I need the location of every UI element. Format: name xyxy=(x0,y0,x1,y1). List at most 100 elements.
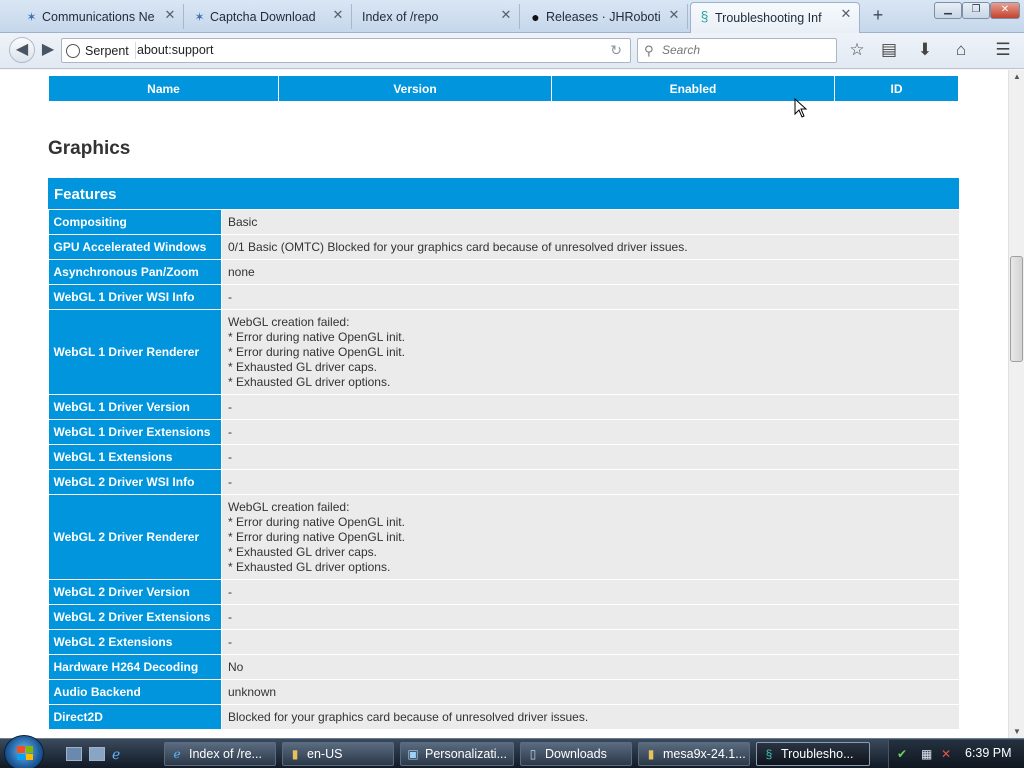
safely-remove-icon[interactable]: ✔ xyxy=(897,747,907,761)
scroll-down-arrow-icon[interactable]: ▼ xyxy=(1013,727,1021,736)
taskbar-item-en-us[interactable]: ▮ en-US xyxy=(282,742,394,766)
taskbar-item-label: Personalizati... xyxy=(425,747,507,761)
show-desktop-icon[interactable] xyxy=(66,747,82,761)
feature-value: none xyxy=(221,259,959,285)
tab-index-repo[interactable]: Index of /repo ✕ xyxy=(354,4,520,29)
folder-icon: ▮ xyxy=(291,747,299,761)
downloads-icon: ▯ xyxy=(529,747,537,761)
feature-key: Hardware H264 Decoding xyxy=(48,654,222,680)
close-tab-icon[interactable]: ✕ xyxy=(667,8,681,22)
feature-value: - xyxy=(221,579,959,605)
addons-table: Name Version Enabled ID xyxy=(48,75,959,102)
search-icon: ⚲ xyxy=(644,43,654,58)
switch-windows-icon[interactable] xyxy=(89,747,105,761)
url-bar[interactable]: Serpent about:support ↻ xyxy=(61,38,631,63)
feature-key: Direct2D xyxy=(48,704,222,730)
feature-key: WebGL 2 Driver Extensions xyxy=(48,604,222,630)
close-tab-icon[interactable]: ✕ xyxy=(331,8,345,22)
feature-value-line: - xyxy=(228,584,232,599)
feature-value-line: No xyxy=(228,659,244,674)
taskbar-item-mesa9x[interactable]: ▮ mesa9x-24.1... xyxy=(638,742,750,766)
taskbar-item-troubleshooting[interactable]: § Troublesho... xyxy=(756,742,870,766)
taskbar-item-label: Downloads xyxy=(545,747,607,761)
feature-value-line: * Error during native OpenGL init. xyxy=(228,344,405,359)
tab-communications[interactable]: ✶ Communications Ne ✕ xyxy=(18,4,184,29)
search-input[interactable] xyxy=(662,43,830,57)
feature-row: WebGL 1 Extensions - xyxy=(48,444,959,470)
taskbar-item-personalization[interactable]: ▣ Personalizati... xyxy=(400,742,514,766)
close-tab-icon[interactable]: ✕ xyxy=(839,7,853,21)
column-header-id: ID xyxy=(834,75,959,102)
new-tab-button[interactable]: + xyxy=(868,6,888,26)
taskbar: ℯ ℯ Index of /re... ▮ en-US ▣ Personaliz… xyxy=(0,735,1024,768)
feature-key: WebGL 2 Driver WSI Info xyxy=(48,469,222,495)
close-tab-icon[interactable]: ✕ xyxy=(499,8,513,22)
identity-box[interactable]: Serpent xyxy=(66,42,136,59)
feature-value-line: * Error during native OpenGL init. xyxy=(228,329,405,344)
feature-key: WebGL 2 Driver Version xyxy=(48,579,222,605)
feature-value-line: none xyxy=(228,264,255,279)
network-icon[interactable]: ▦ xyxy=(921,747,932,761)
clock[interactable]: 6:39 PM xyxy=(965,746,1012,760)
graphics-heading: Graphics xyxy=(48,138,131,159)
scroll-up-arrow-icon[interactable]: ▲ xyxy=(1013,72,1021,81)
bugzilla-icon: ✶ xyxy=(194,9,205,24)
feature-row: WebGL 1 Driver Extensions - xyxy=(48,419,959,445)
search-bar[interactable]: ⚲ xyxy=(637,38,837,63)
feature-key: Compositing xyxy=(48,209,222,235)
feature-row: Compositing Basic xyxy=(48,209,959,235)
scrollbar-thumb[interactable] xyxy=(1010,256,1023,362)
globe-icon xyxy=(66,43,80,58)
feature-value: - xyxy=(221,394,959,420)
feature-value: - xyxy=(221,444,959,470)
addons-header-row: Name Version Enabled ID xyxy=(48,75,959,102)
taskbar-item-label: Index of /re... xyxy=(189,747,262,761)
start-button[interactable] xyxy=(4,735,44,768)
feature-value-line: * Error during native OpenGL init. xyxy=(228,514,405,529)
taskbar-item-index-of-repo[interactable]: ℯ Index of /re... xyxy=(164,742,276,766)
tab-releases[interactable]: ● Releases · JHRobotic ✕ xyxy=(522,4,688,29)
feature-row: WebGL 1 Driver WSI Info - xyxy=(48,284,959,310)
feature-value: - xyxy=(221,604,959,630)
reload-icon[interactable]: ↻ xyxy=(610,42,622,59)
tab-troubleshooting[interactable]: § Troubleshooting Inf ✕ xyxy=(690,2,860,33)
vertical-scrollbar[interactable]: ▲ ▼ xyxy=(1008,70,1024,738)
ie-icon: ℯ xyxy=(173,747,181,761)
back-button[interactable]: ◀ xyxy=(9,37,35,63)
downloads-icon[interactable]: ⬇ xyxy=(914,40,936,62)
taskbar-item-downloads[interactable]: ▯ Downloads xyxy=(520,742,632,766)
tab-captcha[interactable]: ✶ Captcha Download ✕ xyxy=(186,4,352,29)
home-icon[interactable]: ⌂ xyxy=(950,40,972,62)
forward-button[interactable]: ▶ xyxy=(37,39,59,61)
feature-value-line: Basic xyxy=(228,214,258,229)
back-arrow-icon: ◀ xyxy=(15,41,29,58)
reading-list-icon[interactable]: ▤ xyxy=(878,40,900,62)
feature-key: WebGL 1 Driver Extensions xyxy=(48,419,222,445)
close-tab-icon[interactable]: ✕ xyxy=(163,8,177,22)
tab-strip: ✶ Communications Ne ✕ ✶ Captcha Download… xyxy=(0,0,1024,33)
feature-value-line: * Exhausted GL driver options. xyxy=(228,559,391,574)
feature-value: Blocked for your graphics card because o… xyxy=(221,704,959,730)
bookmark-star-icon[interactable]: ☆ xyxy=(846,40,868,62)
ie-quicklaunch-icon[interactable]: ℯ xyxy=(112,747,128,761)
feature-value-line: WebGL creation failed: xyxy=(228,499,350,514)
volume-muted-icon[interactable]: ✕ xyxy=(941,747,951,761)
feature-value: Basic xyxy=(221,209,959,235)
window-close-button[interactable]: ✕ xyxy=(990,2,1020,19)
feature-key: WebGL 1 Extensions xyxy=(48,444,222,470)
personalization-icon: ▣ xyxy=(407,747,419,761)
feature-value: unknown xyxy=(221,679,959,705)
tab-label: Troubleshooting Inf xyxy=(715,11,822,25)
mouse-pointer-icon xyxy=(794,98,808,118)
navigation-toolbar: ◀ ▶ Serpent about:support ↻ ⚲ ☆ ▤ ⬇ ⌂ ☰ xyxy=(0,33,1024,69)
tab-label: Communications Ne xyxy=(42,9,155,24)
feature-value-line: * Exhausted GL driver caps. xyxy=(228,544,377,559)
maximize-button[interactable]: ❐ xyxy=(962,2,990,19)
url-text[interactable]: about:support xyxy=(137,43,213,57)
feature-row: Hardware H264 Decoding No xyxy=(48,654,959,680)
column-header-version: Version xyxy=(278,75,552,102)
github-icon: ● xyxy=(531,8,540,25)
menu-icon[interactable]: ☰ xyxy=(992,40,1014,62)
minimize-button[interactable]: ▁ xyxy=(934,2,962,19)
feature-row: Asynchronous Pan/Zoom none xyxy=(48,259,959,285)
